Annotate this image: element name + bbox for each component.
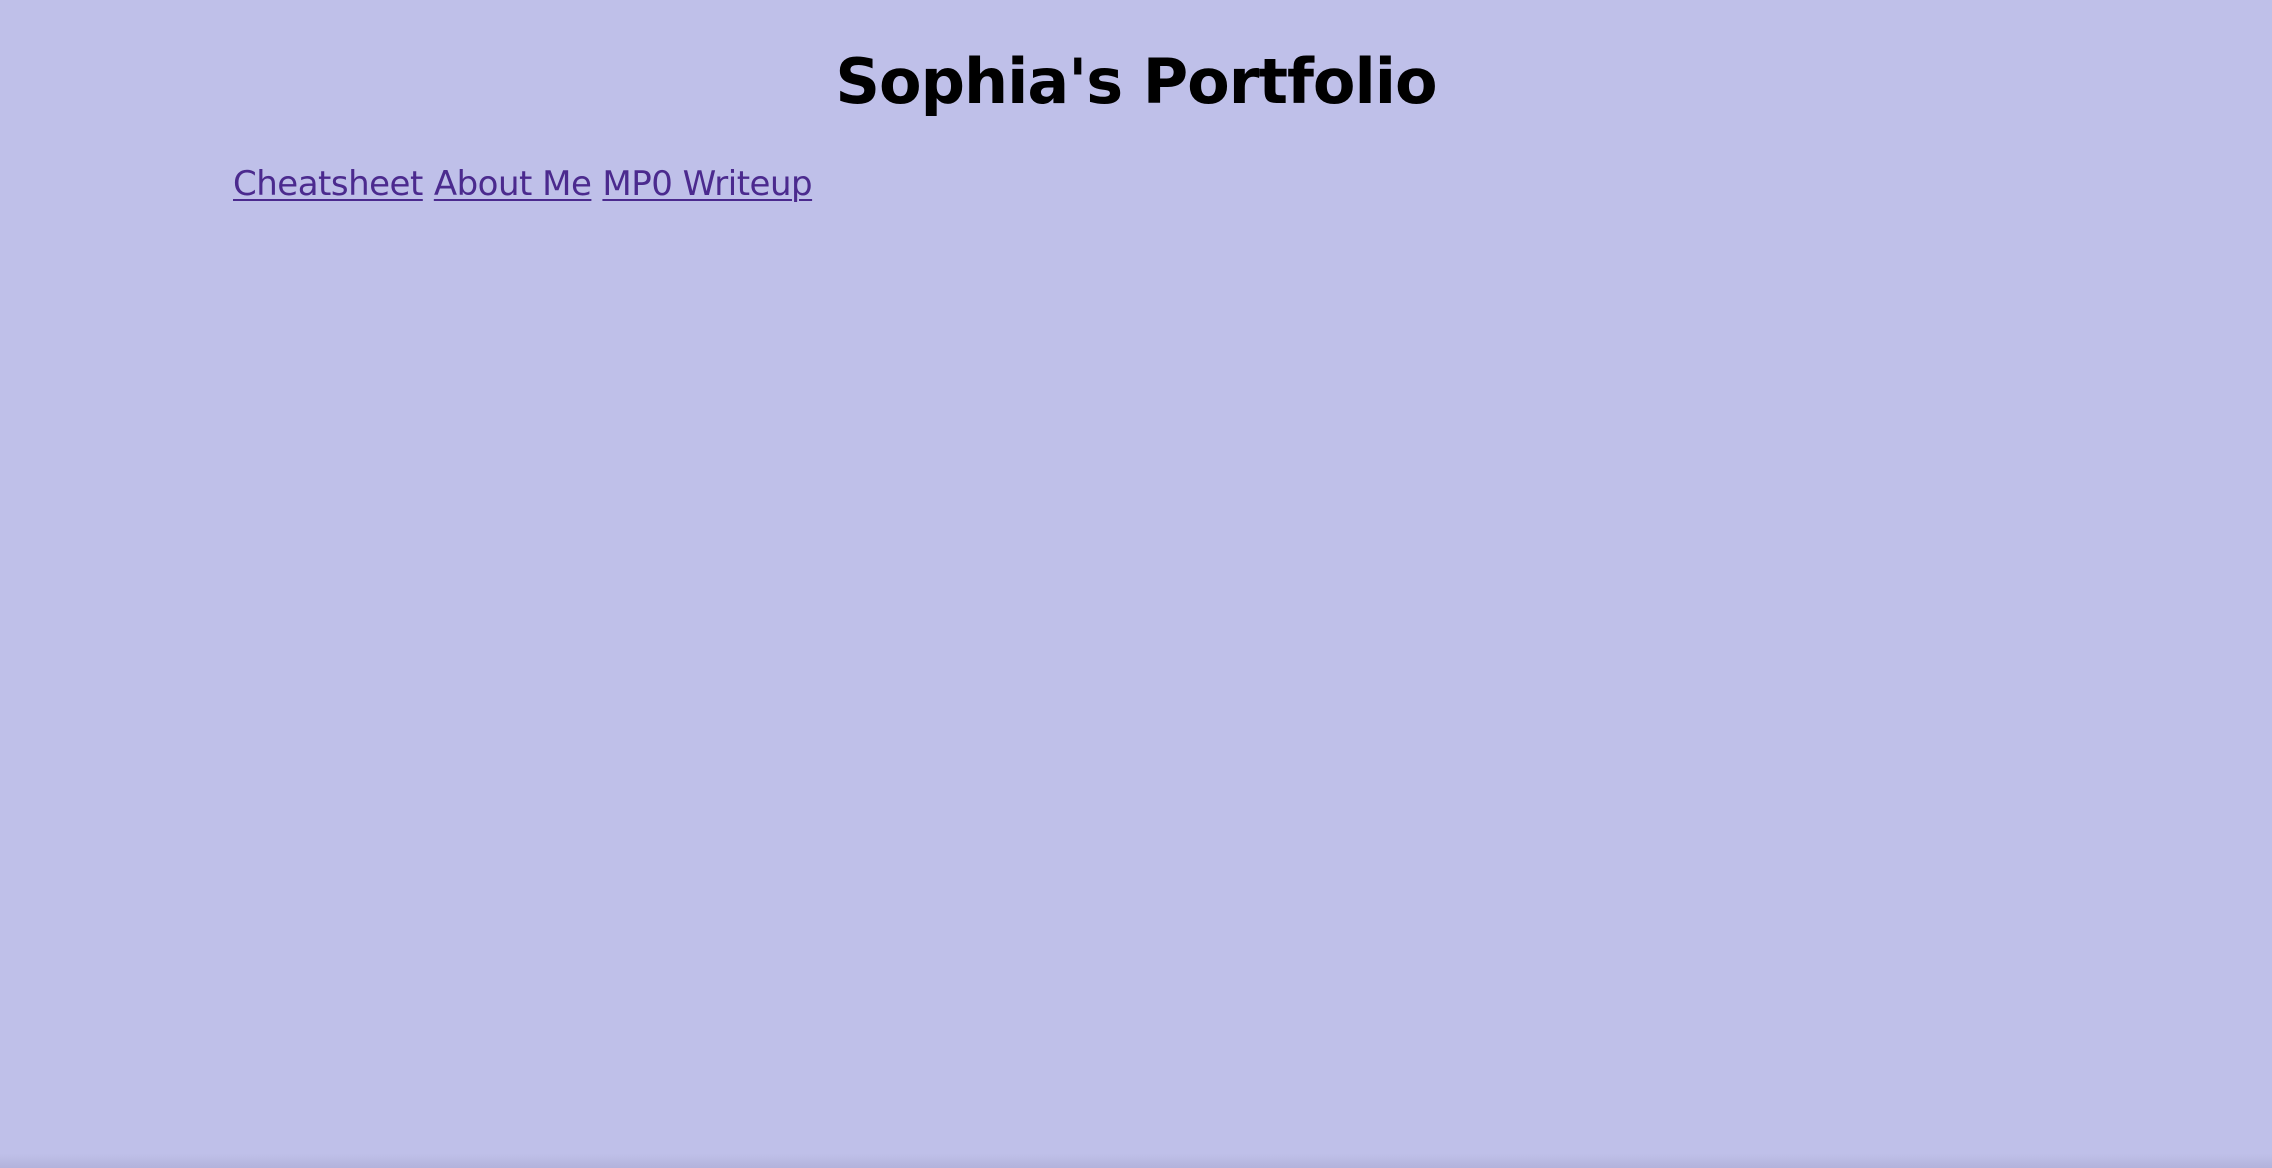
nav-link-mp0-writeup[interactable]: MP0 Writeup [602, 160, 812, 208]
nav-link-about-me[interactable]: About Me [434, 160, 592, 208]
page-title: Sophia's Portfolio [835, 45, 1437, 118]
page: Sophia's Portfolio Cheatsheet About Me M… [0, 0, 2272, 1168]
nav-link-cheatsheet[interactable]: Cheatsheet [233, 160, 423, 208]
nav-links: Cheatsheet About Me MP0 Writeup [233, 160, 823, 208]
window-bottom-edge [0, 1154, 2272, 1168]
